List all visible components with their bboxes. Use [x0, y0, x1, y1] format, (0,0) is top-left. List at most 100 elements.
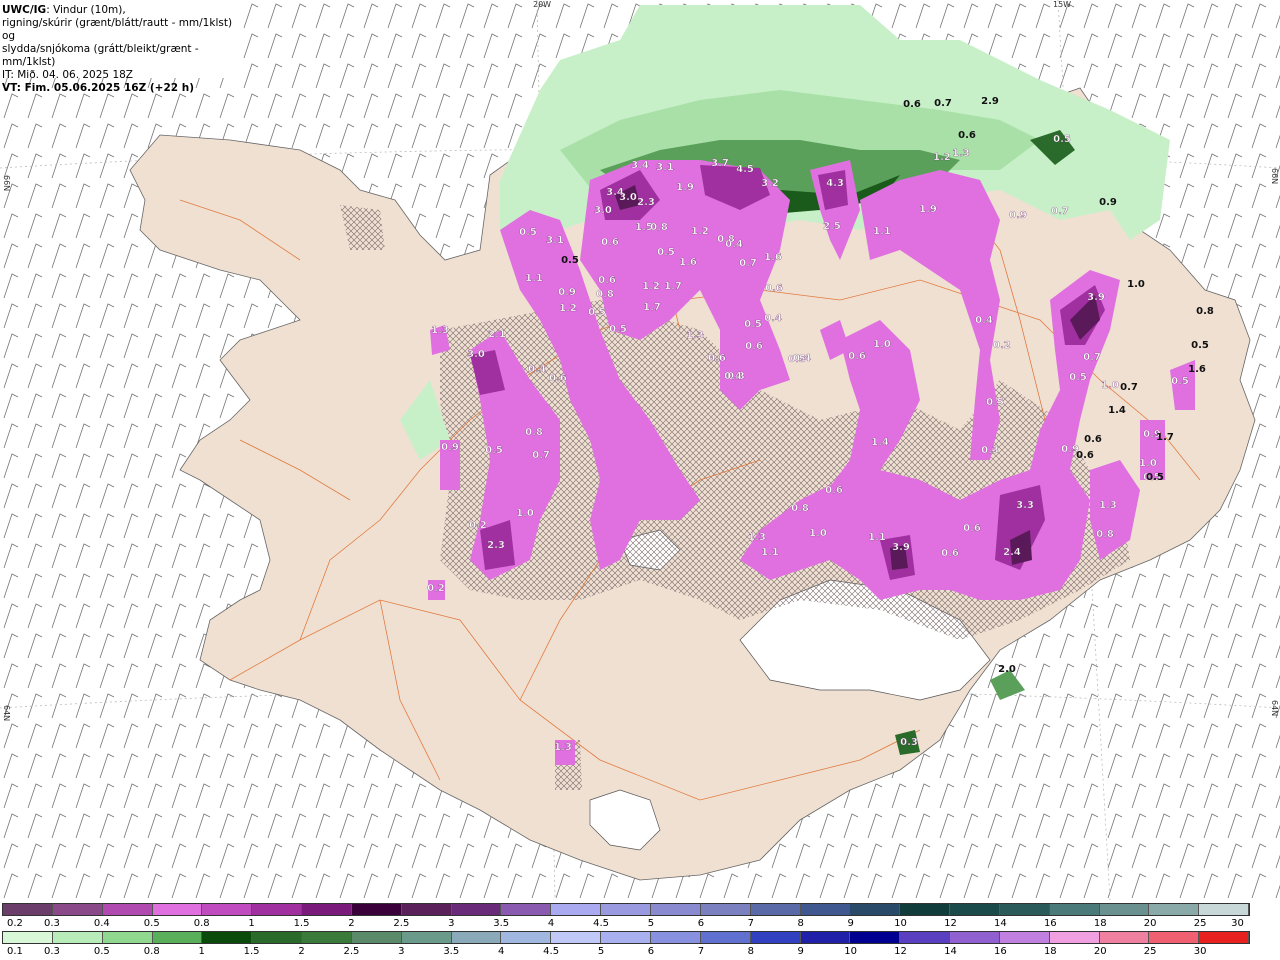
value-label: 2.0: [998, 664, 1016, 675]
header-snow-line: slydda/snjókoma (grátt/bleikt/grænt - mm…: [2, 43, 199, 68]
legend-swatch: [102, 932, 153, 943]
legend-tick-label: 0.5: [93, 946, 110, 957]
value-label: 1.6: [1188, 364, 1206, 375]
legend-tick-label: 1.5: [243, 946, 260, 957]
value-label: 3.1: [656, 162, 674, 173]
value-label: 0.6: [1076, 450, 1094, 461]
legend-swatch: [451, 904, 502, 915]
value-label: 0.4: [724, 371, 742, 382]
legend-swatch: [302, 904, 352, 915]
value-label: 1.7: [664, 281, 682, 292]
value-label: 1.2: [642, 281, 660, 292]
value-label: 0.8: [717, 234, 735, 245]
legend-swatch: [999, 932, 1050, 943]
legend-swatch: [401, 904, 452, 915]
legend-tick-label: 7: [697, 946, 705, 957]
legend-swatch: [202, 904, 253, 915]
value-label: 1.0: [1139, 458, 1157, 469]
legend-swatch: [52, 904, 103, 915]
value-label: 0.5: [744, 319, 762, 330]
value-label: 1.2: [691, 226, 709, 237]
color-legend: 0.2 0.3 0.4 0.5 0.8 1 1.5 2 2.5 3 3.5 4 4.5 5 6 7 8 9 10 12…: [0, 900, 1280, 960]
legend-tick-label: 6: [697, 918, 705, 929]
legend-swatch: [501, 932, 552, 943]
value-label: 0.7: [739, 258, 757, 269]
value-label: 0.4: [764, 313, 782, 324]
value-label: 0.7: [934, 98, 952, 109]
value-label: 1.3: [686, 330, 704, 341]
legend-tick-label: 6: [647, 946, 655, 957]
value-label: 2.4: [1003, 547, 1021, 558]
legend-swatch: [700, 904, 751, 915]
value-label: 1.6: [679, 257, 697, 268]
legend-swatch: [102, 904, 153, 915]
value-label: 2.3: [637, 197, 655, 208]
legend-swatch: [800, 932, 851, 943]
legend-tick-label: 8: [747, 946, 754, 957]
legend-swatch: [900, 904, 951, 915]
header-rain-line: rigning/skúrir (grænt/blátt/rautt - mm/1…: [2, 17, 233, 42]
legend-swatch: [152, 904, 203, 915]
legend-swatch: [800, 904, 851, 915]
legend-tick-label: 4.5: [593, 918, 609, 929]
legend-tick-label: 16: [994, 946, 1007, 957]
value-label: 3.0: [619, 192, 637, 203]
value-label: 0.6: [745, 341, 763, 352]
value-label: 0.7: [532, 450, 550, 461]
value-label: 0.6: [765, 283, 783, 294]
legend-swatch: [950, 904, 1000, 915]
value-label: 0.2: [469, 520, 487, 531]
snow-legend-ticks: 0.2 0.3 0.4 0.5 0.8 1 1.5 2 2.5 3 3.5 4 4.5 5 6 7 8 9 10 12…: [2, 918, 1250, 930]
legend-swatch: [52, 932, 103, 943]
value-label: 0.6: [549, 373, 567, 384]
value-label: 1.7: [1156, 432, 1174, 443]
value-label: 0.2: [993, 340, 1011, 351]
value-label: 0.6: [848, 351, 866, 362]
value-label: 0.5: [1191, 340, 1209, 351]
value-label: 0.8: [525, 427, 543, 438]
lat-label-66n-left: 66N: [2, 175, 11, 191]
legend-swatch: [1099, 904, 1150, 915]
value-label: 0.6: [825, 485, 843, 496]
value-label: 0.7: [1083, 352, 1101, 363]
value-label: 3.4: [631, 160, 649, 171]
value-label: 1.2: [559, 303, 577, 314]
legend-swatch: [351, 904, 402, 915]
value-label: 1.0: [1101, 380, 1119, 391]
legend-tick-label: 10: [894, 918, 907, 929]
snow-legend-bar: [2, 903, 1250, 916]
value-label: 1.1: [868, 532, 886, 543]
value-label: 1.3: [748, 532, 766, 543]
value-label: 0.5: [485, 445, 503, 456]
legend-swatch: [202, 932, 253, 943]
value-label: 3.1: [546, 235, 564, 246]
legend-swatch: [401, 932, 452, 943]
legend-tick-label: 25: [1143, 946, 1157, 957]
legend-tick-label: 10: [844, 946, 857, 957]
legend-tick-label: 1.5: [293, 918, 310, 929]
value-label: 0.5: [1053, 134, 1071, 145]
legend-swatch: [1149, 932, 1200, 943]
value-label: 1.0: [873, 339, 891, 350]
legend-tick-label: 2.5: [393, 918, 410, 929]
value-label: 0.9: [1009, 210, 1027, 221]
legend-tick-label: 0.8: [193, 918, 210, 929]
legend-tick-label: 3: [448, 918, 455, 929]
legend-tick-label: 18: [1093, 918, 1107, 929]
value-label: 1.2: [933, 152, 951, 163]
legend-swatch: [451, 932, 502, 943]
legend-tick-label: 14: [944, 946, 957, 957]
legend-swatch: [3, 932, 53, 943]
legend-swatch: [252, 904, 303, 915]
legend-tick-label: 1: [248, 918, 255, 929]
legend-swatch: [950, 932, 1000, 943]
value-label: 0.6: [941, 548, 959, 559]
legend-swatch: [601, 904, 651, 915]
legend-tick-label: 1: [198, 946, 205, 957]
value-label: 2.9: [981, 96, 999, 107]
legend-swatch: [501, 904, 552, 915]
legend-tick-label: 2: [348, 918, 355, 929]
legend-swatch: [850, 904, 901, 915]
value-label: 0.8: [791, 503, 809, 514]
value-label: 3.2: [761, 178, 779, 189]
